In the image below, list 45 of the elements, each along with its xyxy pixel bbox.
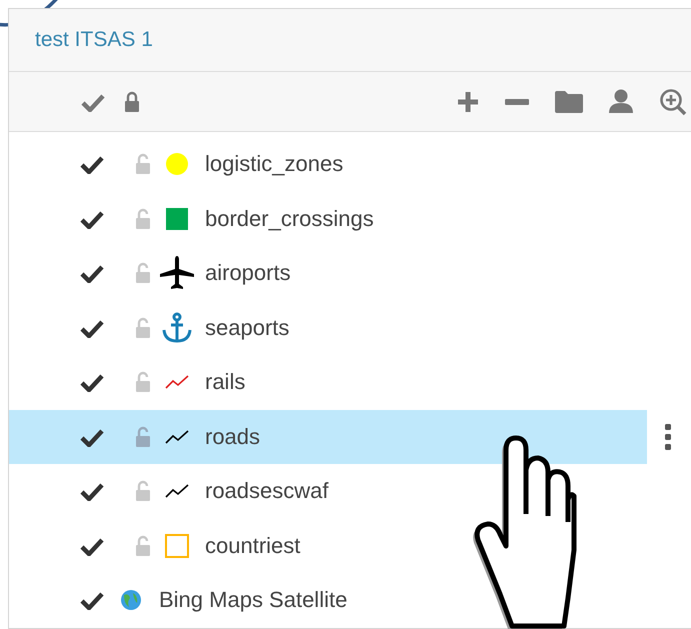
layer-name: logistic_zones xyxy=(205,151,344,178)
add-icon[interactable] xyxy=(457,90,479,112)
check-all-icon[interactable] xyxy=(80,92,106,112)
layer-row[interactable]: logistic_zones xyxy=(9,137,647,192)
layer-name: border_crossings xyxy=(205,206,374,232)
layer-row[interactable]: border_crossings xyxy=(9,192,647,246)
visibility-check-icon[interactable] xyxy=(79,208,105,229)
layer-row[interactable]: airoports xyxy=(9,246,647,300)
layer-row[interactable]: roads xyxy=(9,410,647,464)
line-symbol-icon xyxy=(165,484,189,498)
visibility-check-icon[interactable] xyxy=(79,536,105,556)
layer-name: rails xyxy=(205,369,246,396)
layer-name: roads xyxy=(205,424,260,450)
plane-icon xyxy=(159,255,195,292)
line-symbol-icon xyxy=(165,430,189,444)
layer-row[interactable]: countriest xyxy=(9,518,647,573)
circle-symbol-icon xyxy=(166,153,188,176)
line-symbol-icon xyxy=(165,375,189,390)
more-menu-icon[interactable] xyxy=(665,424,671,450)
layer-row[interactable]: Bing Maps Satellite xyxy=(9,573,647,628)
layer-name: Bing Maps Satellite xyxy=(159,587,348,614)
layer-name: roadsescwaf xyxy=(205,478,329,504)
layer-row[interactable]: roadsescwaf xyxy=(9,464,647,518)
layer-name: seaports xyxy=(205,314,290,341)
visibility-check-icon[interactable] xyxy=(79,426,105,447)
layer-name: airoports xyxy=(205,260,291,286)
layer-name: countriest xyxy=(205,532,300,559)
anchor-icon xyxy=(161,312,193,344)
globe-icon xyxy=(121,590,141,610)
lock-icon[interactable] xyxy=(124,90,140,112)
visibility-check-icon[interactable] xyxy=(79,263,105,284)
layer-row[interactable]: rails xyxy=(9,355,647,410)
visibility-check-icon[interactable] xyxy=(79,154,105,174)
square-symbol-icon xyxy=(166,208,188,230)
visibility-check-icon[interactable] xyxy=(79,318,105,338)
visibility-check-icon[interactable] xyxy=(79,481,105,502)
panel-title: test ITSAS 1 xyxy=(35,28,153,52)
layer-row[interactable]: seaports xyxy=(9,300,647,355)
minus-icon[interactable] xyxy=(505,98,529,104)
square-symbol-icon xyxy=(165,534,189,558)
folder-icon[interactable] xyxy=(555,90,583,112)
zoom-in-icon[interactable] xyxy=(659,88,687,116)
user-icon[interactable] xyxy=(609,88,633,114)
visibility-check-icon[interactable] xyxy=(79,590,105,610)
visibility-check-icon[interactable] xyxy=(79,372,105,392)
